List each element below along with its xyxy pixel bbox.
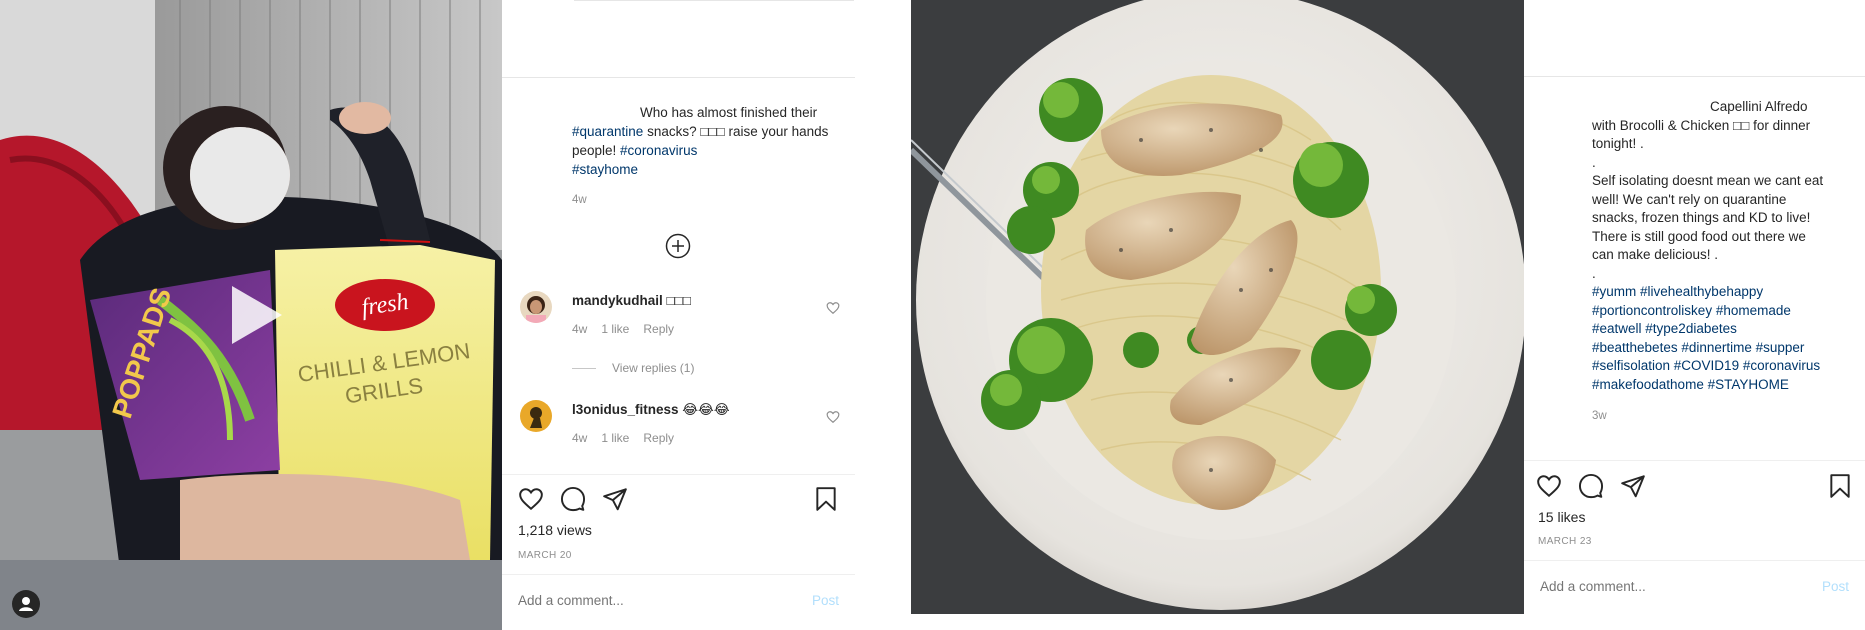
comment-item: l3onidus_fitness 😂😂😂 4w 1 like Reply: [520, 400, 840, 460]
hashtag-link[interactable]: #makefoodathome #STAYHOME: [1592, 376, 1852, 395]
comment-text: l3onidus_fitness 😂😂😂: [572, 402, 730, 418]
header-divider: [502, 77, 855, 78]
comment-meta: 4w 1 like Reply: [572, 431, 688, 445]
bookmark-icon[interactable]: [813, 486, 839, 512]
video-media[interactable]: fresh CHILLI & LEMON GRILLS POPPADS: [0, 0, 502, 630]
hashtag-link[interactable]: #stayhome: [572, 162, 638, 177]
pasta-photo: [911, 0, 1524, 614]
divider: [572, 368, 596, 370]
comment-body: 😂😂😂: [678, 402, 730, 417]
view-replies-button[interactable]: View replies (1): [572, 361, 694, 375]
comment-text: mandykudhail □□□: [572, 293, 691, 308]
post-date: MARCH 20: [518, 550, 572, 561]
add-comment-input[interactable]: [1540, 579, 1770, 594]
comment-likes[interactable]: 1 like: [601, 322, 629, 336]
bookmark-icon[interactable]: [1827, 473, 1853, 499]
comment-time: 4w: [572, 431, 588, 445]
comment-item: mandykudhail □□□ 4w 1 like Reply: [520, 291, 840, 351]
view-replies-label: View replies (1): [612, 361, 695, 375]
heart-icon[interactable]: [1536, 473, 1562, 499]
comments-panel: Who has almost finished their #quarantin…: [502, 0, 855, 630]
caption-line: Capellini Alfredo: [1710, 99, 1808, 114]
share-icon[interactable]: [602, 486, 628, 512]
hashtag-link[interactable]: #yumm #livehealthybehappy: [1592, 283, 1852, 302]
post-capellini: Capellini Alfredo with Brocolli & Chicke…: [911, 0, 1865, 630]
post-comment-button[interactable]: Post: [1822, 579, 1849, 594]
post-snacks: fresh CHILLI & LEMON GRILLS POPPADS Who …: [0, 0, 855, 630]
hashtag-link[interactable]: #selfisolation #COVID19 #coronavirus: [1592, 357, 1852, 376]
caption-line: with Brocolli & Chicken □□ for dinner: [1592, 117, 1811, 133]
comment-likes[interactable]: 1 like: [601, 431, 629, 445]
add-comment-bar: Post: [502, 574, 855, 630]
caption-line: .: [1592, 154, 1596, 170]
hashtag-link[interactable]: #portioncontroliskey #homemade: [1592, 302, 1852, 321]
caption-line: .: [1592, 265, 1596, 281]
comment-body: □□□: [662, 293, 691, 308]
post-caption: Capellini Alfredo with Brocolli & Chicke…: [1592, 98, 1852, 394]
caption-line: There is still good food out there we: [1592, 228, 1806, 244]
comment-icon[interactable]: [1578, 473, 1604, 499]
header-divider: [1524, 76, 1865, 77]
plus-circle-icon: [665, 233, 691, 259]
caption-line: snacks, frozen things and KD to live!: [1592, 210, 1811, 225]
add-comment-input[interactable]: [518, 593, 748, 608]
play-icon[interactable]: [220, 280, 290, 350]
user-icon[interactable]: [12, 590, 40, 618]
caption-timestamp: 4w: [572, 194, 587, 206]
caption-text: Who has almost finished their: [640, 105, 818, 120]
load-more-comments-button[interactable]: [665, 233, 691, 259]
caption-line: Self isolating doesnt mean we cant eat: [1592, 173, 1824, 188]
post-date: MARCH 23: [1538, 536, 1592, 547]
comments-panel: Capellini Alfredo with Brocolli & Chicke…: [1524, 0, 1865, 630]
hashtag-link[interactable]: #eatwell #type2diabetes: [1592, 320, 1852, 339]
heart-icon[interactable]: [826, 410, 840, 424]
like-count[interactable]: 15 likes: [1538, 509, 1585, 525]
comment-username[interactable]: l3onidus_fitness: [572, 402, 679, 417]
section-divider: [502, 474, 855, 475]
heart-icon[interactable]: [518, 486, 544, 512]
photo-media[interactable]: [911, 0, 1524, 614]
comment-username[interactable]: mandykudhail: [572, 293, 663, 308]
header-divider: [574, 0, 854, 1]
caption-line: tonight! .: [1592, 136, 1644, 151]
caption-line: can make delicious! .: [1592, 247, 1719, 262]
share-icon[interactable]: [1620, 473, 1646, 499]
comment-time: 4w: [572, 322, 588, 336]
post-caption: Who has almost finished their #quarantin…: [572, 103, 842, 179]
caption-timestamp: 3w: [1592, 410, 1607, 422]
heart-icon[interactable]: [826, 301, 840, 315]
reply-button[interactable]: Reply: [643, 431, 674, 445]
hashtag-link[interactable]: #beatthebetes #dinnertime #supper: [1592, 339, 1852, 358]
post-comment-button[interactable]: Post: [812, 593, 839, 608]
reply-button[interactable]: Reply: [643, 322, 674, 336]
comment-icon[interactable]: [560, 486, 586, 512]
hashtag-link[interactable]: #quarantine: [572, 124, 643, 139]
avatar[interactable]: [520, 400, 552, 432]
view-count[interactable]: 1,218 views: [518, 522, 592, 538]
section-divider: [1524, 460, 1865, 461]
add-comment-bar: Post: [1524, 560, 1865, 616]
comment-meta: 4w 1 like Reply: [572, 322, 688, 336]
hashtag-link[interactable]: #coronavirus: [620, 143, 697, 158]
caption-line: well! We can't rely on quarantine: [1592, 191, 1787, 207]
avatar[interactable]: [520, 291, 552, 323]
